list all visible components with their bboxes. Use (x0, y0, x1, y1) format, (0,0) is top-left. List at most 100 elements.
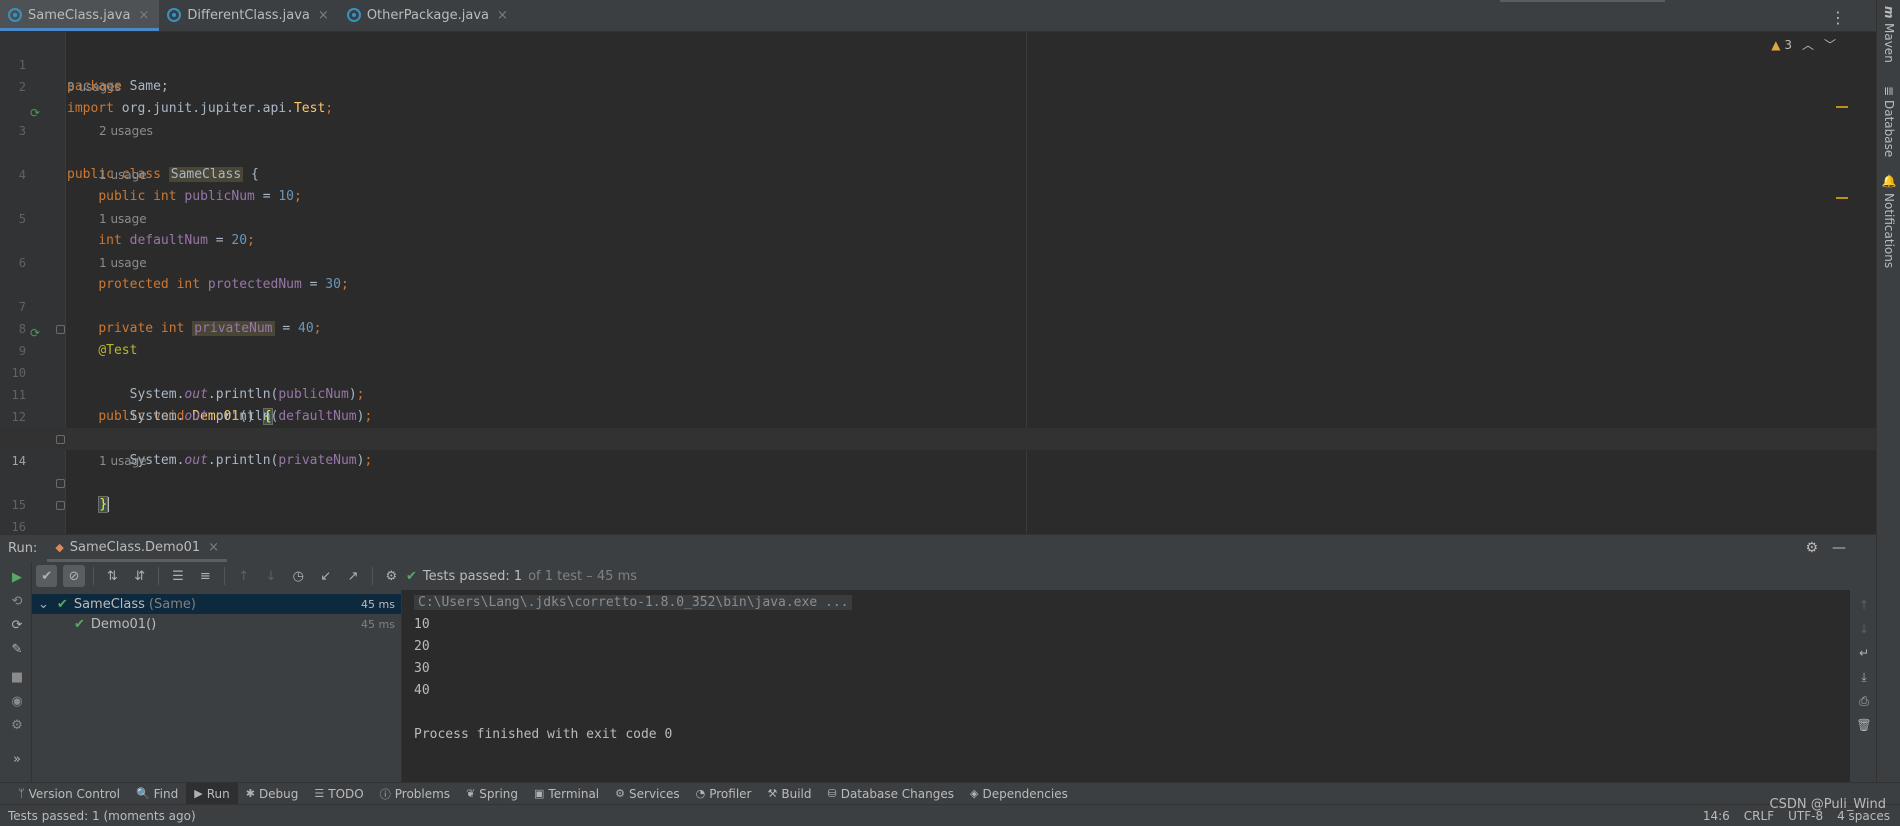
toolwindow-profiler[interactable]: ◔ Profiler (688, 783, 760, 805)
close-icon[interactable]: × (138, 8, 149, 23)
code-line: 10 System.out.println(publicNum); (0, 340, 1876, 402)
collapse-all-icon[interactable]: ≡ (195, 565, 216, 587)
tab-label: OtherPackage.java (366, 7, 489, 23)
soft-wrap-icon[interactable]: ↵ (1856, 646, 1872, 662)
watermark: CSDN @Puli_Wind (1769, 797, 1886, 812)
tab-otherpackage[interactable]: OtherPackage.java × (339, 0, 518, 31)
settings-disabled-icon[interactable]: ⚙ (9, 718, 25, 734)
run-side-toolbar: ▶ ⟲ ⟳ ✎ ■ ◉ ⚙ » (0, 562, 32, 783)
leaf-icon: ❦ (466, 787, 476, 800)
print-icon[interactable]: ⎙ (1856, 694, 1872, 710)
toolwindow-debug[interactable]: ✱ Debug (238, 783, 307, 805)
fold-marker[interactable] (56, 435, 65, 444)
search-icon: 🔍 (135, 787, 150, 800)
console-command-line[interactable]: C:\Users\Lang\.jdks\corretto-1.8.0_352\b… (414, 592, 853, 614)
expand-all-icon[interactable]: ☰ (167, 565, 188, 587)
toolwindow-todo[interactable]: ☰ TODO (306, 783, 371, 805)
run-config-tab[interactable]: ◆ SameClass.Demo01 × (47, 535, 228, 562)
usages-hint[interactable]: 1 usage (99, 450, 147, 472)
stop-icon[interactable]: ■ (9, 670, 25, 686)
wrench-icon[interactable]: ✎ (9, 642, 25, 658)
gear-icon[interactable]: ⚙ (381, 565, 402, 587)
toolwindow-run[interactable]: ▶ Run (186, 782, 238, 805)
maven-tool-button[interactable]: m Maven (1879, 6, 1899, 62)
export-tests-icon[interactable]: ↗ (342, 565, 363, 587)
fold-marker[interactable] (56, 501, 65, 510)
show-passed-icon[interactable]: ✔ (36, 565, 58, 587)
line-number: 2 (18, 80, 26, 94)
tree-row-class[interactable]: ⌄ ✔ SameClass (Same) 45 ms (32, 594, 401, 614)
usages-hint[interactable]: 3 usages (67, 76, 121, 98)
run-test-gutter-icon[interactable]: ⟳ (30, 322, 44, 340)
arrow-up-icon[interactable]: ↑ (1856, 598, 1872, 614)
line-number: 6 (18, 256, 26, 270)
scroll-to-end-icon[interactable]: ⤓ (1856, 670, 1872, 686)
console-line: 40 (414, 683, 430, 698)
toolbar-separator (92, 567, 94, 585)
tree-row-method[interactable]: ✔ Demo01() 45 ms (32, 614, 401, 634)
toolwindow-dependencies[interactable]: ◈ Dependencies (962, 783, 1076, 805)
chevron-down-icon[interactable]: ⌄ (38, 597, 49, 612)
layers-icon: ◈ (969, 787, 979, 800)
trash-icon[interactable]: 🗑 (1856, 718, 1872, 734)
close-icon[interactable]: × (208, 540, 219, 555)
toolwindow-spring[interactable]: ❦ Spring (458, 783, 526, 805)
tab-sameclass[interactable]: SameClass.java × (0, 0, 160, 31)
toolwindow-version-control[interactable]: ᛘ Version Control (10, 783, 128, 805)
arrow-up-icon[interactable]: ↑ (233, 565, 254, 587)
caret-position[interactable]: 14:6 (1703, 809, 1730, 823)
code-line: 4 public int publicNum = 10; (0, 142, 1876, 204)
tab-label: DifferentClass.java (187, 7, 310, 23)
fold-marker[interactable] (56, 479, 65, 488)
test-tree[interactable]: ⌄ ✔ SameClass (Same) 45 ms ✔ Demo01() 45… (32, 590, 402, 783)
minimize-icon[interactable]: — (1832, 540, 1846, 556)
toggle-autotest-icon[interactable]: ⟳ (9, 618, 25, 634)
test-toolbar: ✔ ⊘ ⇅ ⇵ ☰ ≡ ↑ ↓ ◷ ↙ ↗ ⚙ (32, 562, 402, 590)
toolwindow-database-changes[interactable]: ⛁ Database Changes (819, 783, 962, 805)
status-message[interactable]: Tests passed: 1 (moments ago) (0, 809, 196, 823)
code-line: 5 int defaultNum = 20; (0, 186, 1876, 248)
java-class-icon (167, 8, 182, 22)
fold-marker[interactable] (56, 325, 65, 334)
sort-duration-icon[interactable]: ⇵ (129, 565, 150, 587)
usages-hint[interactable]: 2 usages (99, 120, 153, 142)
toolwindow-build[interactable]: ⚒ Build (759, 783, 819, 805)
arrow-down-icon[interactable]: ↓ (260, 565, 281, 587)
import-tests-icon[interactable]: ↙ (315, 565, 336, 587)
more-vertical-icon[interactable]: ⋮ (1830, 8, 1846, 27)
test-status: ✔ Tests passed: 1 of 1 test – 45 ms (406, 562, 637, 590)
database-tool-button[interactable]: ≣ Database (1879, 86, 1899, 157)
close-icon[interactable]: × (318, 8, 329, 23)
toolwindow-services[interactable]: ⚙ Services (607, 783, 687, 805)
java-class-icon (8, 8, 22, 22)
tab-scrollbar[interactable] (1500, 0, 1665, 2)
show-ignored-icon[interactable]: ⊘ (63, 565, 85, 587)
history-icon[interactable]: ◷ (288, 565, 309, 587)
rerun-failed-icon[interactable]: ⟲ (9, 594, 25, 610)
toolwindow-find[interactable]: 🔍 Find (128, 783, 186, 805)
arrow-down-icon[interactable]: ↓ (1856, 622, 1872, 638)
code-editor[interactable]: ▲ 3 ︿ ﹀ 1 package Same; 2 import org.jun… (0, 32, 1876, 534)
tree-class-name: SameClass (73, 596, 145, 612)
line-number: 4 (18, 168, 26, 182)
toolwindow-problems[interactable]: ⓘ Problems (372, 783, 458, 805)
usages-hint[interactable]: 1 usage (99, 208, 147, 230)
code-line: 15 public SameClass() { (0, 472, 1876, 512)
toolwindow-terminal[interactable]: ▣ Terminal (526, 783, 607, 805)
code-line: 7 private int privateNum = 40; (0, 274, 1876, 336)
expand-more-icon[interactable]: » (9, 752, 25, 768)
rerun-icon[interactable]: ▶ (9, 570, 25, 586)
notifications-tool-button[interactable]: 🔔 Notifications (1879, 174, 1899, 268)
gear-icon[interactable]: ⚙ (1805, 540, 1818, 556)
tab-differentclass[interactable]: DifferentClass.java × (159, 0, 338, 31)
camera-icon[interactable]: ◉ (9, 694, 25, 710)
run-header: Run: ◆ SameClass.Demo01 × ⚙ — (0, 535, 1876, 562)
console-output[interactable]: C:\Users\Lang\.jdks\corretto-1.8.0_352\b… (402, 590, 1850, 783)
sort-alpha-icon[interactable]: ⇅ (102, 565, 123, 587)
close-icon[interactable]: × (497, 8, 508, 23)
toolbar-separator (158, 567, 160, 585)
usages-hint[interactable]: 1 usage (99, 252, 147, 274)
console-exit-line: Process finished with exit code 0 (414, 727, 673, 742)
usages-hint[interactable]: 1 usage (99, 164, 147, 186)
run-test-gutter-icon[interactable]: ⟳ (30, 102, 44, 120)
